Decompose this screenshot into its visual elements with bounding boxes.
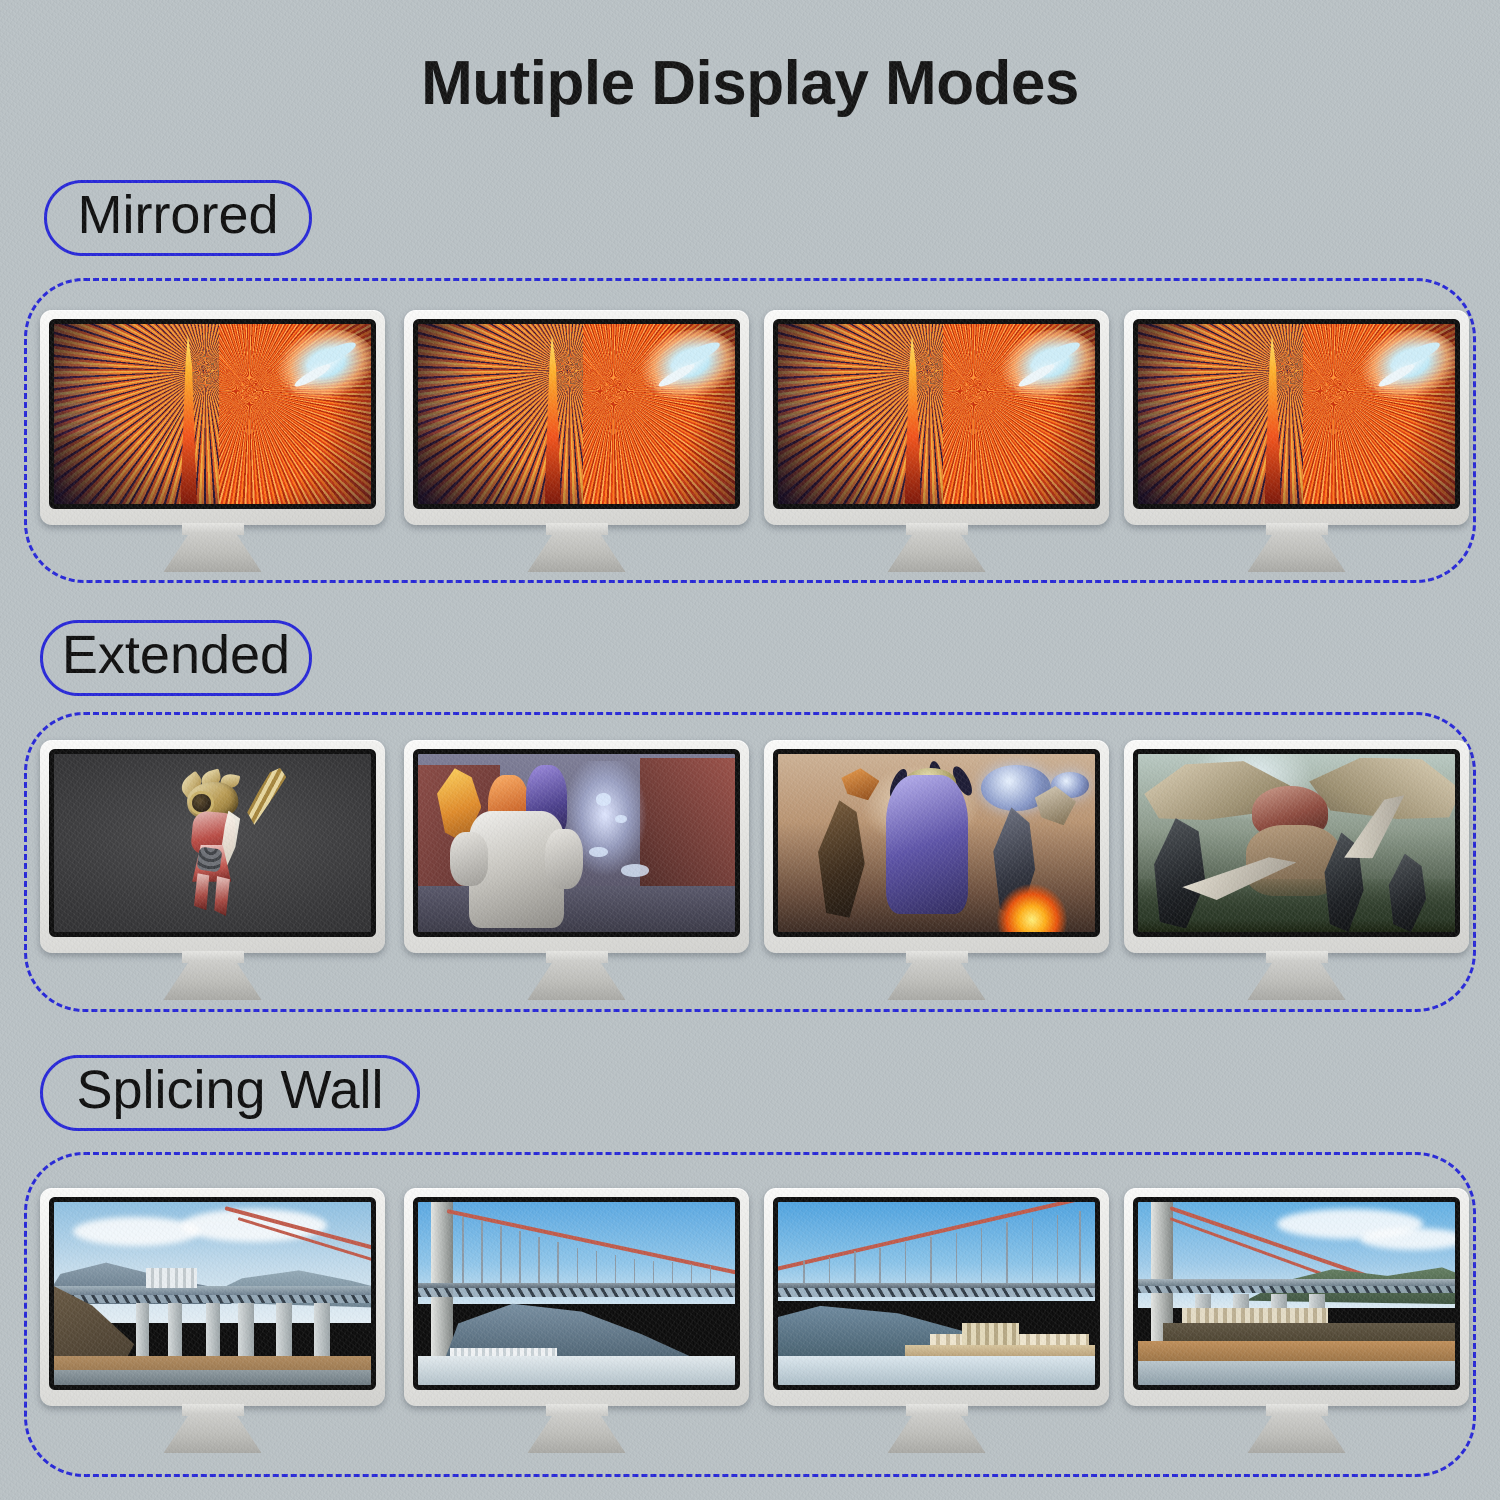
wallpaper-abstract-waves [778,324,1095,504]
splicing-monitor-3[interactable] [764,1188,1109,1453]
wallpaper-abstract-waves [54,324,371,504]
panorama-bridge-part-4 [1138,1202,1455,1385]
mirrored-monitor-2[interactable] [404,310,749,572]
extended-monitor-2[interactable] [404,740,749,1000]
splicing-monitor-1[interactable] [40,1188,385,1453]
mode-label-mirrored: Mirrored [44,180,312,256]
mirrored-monitor-1[interactable] [40,310,385,572]
extended-monitor-3[interactable] [764,740,1109,1000]
game-art-monster-hunt [1138,754,1455,932]
extended-monitor-1[interactable] [40,740,385,1000]
splicing-monitor-2[interactable] [404,1188,749,1453]
extended-monitor-4[interactable] [1124,740,1469,1000]
game-art-warrior [54,754,371,932]
game-art-hero-shooter [418,754,735,932]
mirrored-monitor-3[interactable] [764,310,1109,572]
mode-label-splicing-wall: Splicing Wall [40,1055,420,1131]
wallpaper-abstract-waves [418,324,735,504]
mode-label-extended: Extended [40,620,312,696]
page-title: Mutiple Display Modes [421,49,1079,118]
mirrored-monitor-4[interactable] [1124,310,1469,572]
splicing-monitor-4[interactable] [1124,1188,1469,1453]
panorama-bridge-part-1 [54,1202,371,1385]
game-art-sci-fi-combat [778,754,1095,932]
panorama-bridge-part-3 [778,1202,1095,1385]
panorama-bridge-part-2 [418,1202,735,1385]
wallpaper-abstract-waves [1138,324,1455,504]
